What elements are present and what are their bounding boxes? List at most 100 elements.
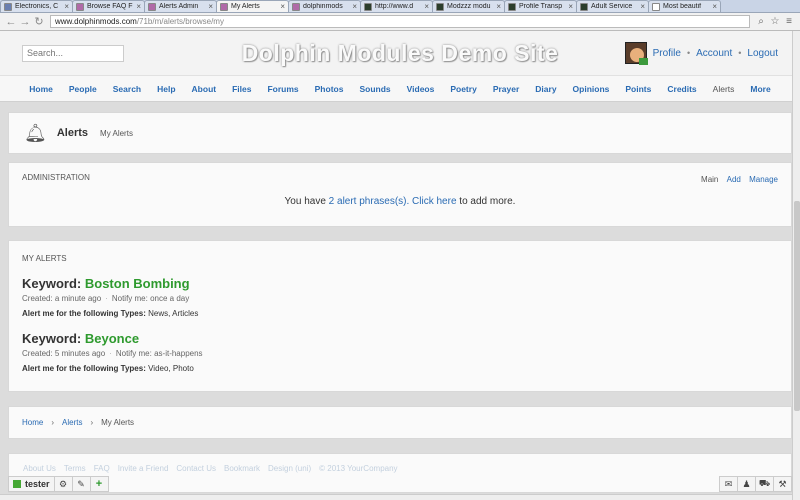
nav-item-home[interactable]: Home	[29, 84, 53, 94]
admin-manage-link[interactable]: Manage	[749, 175, 778, 184]
edit-icon[interactable]: ✎	[71, 476, 91, 492]
nav-item-files[interactable]: Files	[232, 84, 251, 94]
user-area: Profile • Account • Logout	[624, 42, 778, 65]
bottom-toolbar: tester ⚙ ✎ + ✉ ♟ ⛟ ⚒	[8, 476, 792, 492]
scrollbar-thumb[interactable]	[794, 201, 800, 411]
alert-phrases-link[interactable]: 2 alert phrases(s).	[329, 196, 410, 207]
browser-tab[interactable]: Modzzz modu ×	[432, 0, 505, 12]
administration-caption: ADMINISTRATION	[22, 173, 90, 182]
toolbar-username: tester	[25, 479, 50, 489]
browser-tab[interactable]: http://www.d ×	[360, 0, 433, 12]
browser-tab[interactable]: Most beautif ×	[648, 0, 721, 12]
breadcrumb-alerts[interactable]: Alerts	[62, 418, 82, 427]
click-here-link[interactable]: Click here	[412, 196, 456, 207]
profile-link[interactable]: Profile	[653, 48, 681, 59]
browser-tab[interactable]: Adult Service ×	[576, 0, 649, 12]
browser-tab[interactable]: dolphinmods ×	[288, 0, 361, 12]
alert-types-label: Alert me for the following Types:	[22, 364, 146, 373]
close-icon[interactable]: ×	[424, 2, 429, 11]
nav-item-sounds[interactable]: Sounds	[359, 84, 390, 94]
footer-link[interactable]: About Us	[23, 464, 56, 473]
footer-link[interactable]: FAQ	[94, 464, 110, 473]
browser-tab[interactable]: Alerts Admin ×	[144, 0, 217, 12]
browser-tab[interactable]: My Alerts ×	[216, 0, 289, 12]
nav-item-diary[interactable]: Diary	[535, 84, 556, 94]
vertical-scrollbar[interactable]	[792, 31, 800, 500]
top-navigation: Home People Search Help About Files Forums Phot…	[0, 75, 800, 102]
keyword-value[interactable]: Boston Bombing	[85, 276, 190, 291]
breadcrumb-home[interactable]: Home	[22, 418, 43, 427]
footer-link[interactable]: Contact Us	[176, 464, 216, 473]
close-icon[interactable]: ×	[496, 2, 501, 11]
keyword-value[interactable]: Beyonce	[85, 331, 139, 346]
nav-item-videos[interactable]: Videos	[407, 84, 435, 94]
site-search-input[interactable]	[22, 44, 124, 62]
bell-icon: 🔔︎	[24, 122, 47, 143]
avatar[interactable]	[624, 42, 648, 65]
footer-link[interactable]: Design (uni)	[268, 464, 311, 473]
nav-item-more[interactable]: More	[750, 84, 770, 94]
reload-icon[interactable]: ↻	[32, 15, 46, 28]
nav-item-prayer[interactable]: Prayer	[493, 84, 519, 94]
star-icon[interactable]: ☆	[768, 16, 782, 27]
magnifier-icon[interactable]: ⌕	[754, 16, 768, 27]
admin-message: You have 2 alert phrases(s). Click here …	[22, 196, 778, 207]
logout-link[interactable]: Logout	[747, 48, 778, 59]
close-icon[interactable]: ×	[568, 2, 573, 11]
keyword-line: Keyword: Boston Bombing	[22, 276, 778, 291]
alert-meta: Created: a minute ago · Notify me: once a …	[22, 294, 778, 303]
footer-link[interactable]: Bookmark	[224, 464, 260, 473]
nav-item-photos[interactable]: Photos	[315, 84, 344, 94]
nav-item-people[interactable]: People	[69, 84, 97, 94]
keyword-label: Keyword:	[22, 331, 82, 346]
toolbar-right: ✉ ♟ ⛟ ⚒	[719, 476, 792, 492]
browser-tab[interactable]: Browse FAQ F ×	[72, 0, 145, 12]
forward-icon[interactable]: →	[18, 16, 32, 28]
horizontal-scrollbar[interactable]	[0, 494, 792, 500]
admin-main-link[interactable]: Main	[701, 175, 718, 184]
admin-add-link[interactable]: Add	[727, 175, 741, 184]
close-icon[interactable]: ×	[712, 2, 717, 11]
nav-item-poetry[interactable]: Poetry	[450, 84, 476, 94]
close-icon[interactable]: ×	[640, 2, 645, 11]
alert-list: Keyword: Boston Bombing Created: a minute…	[22, 276, 778, 373]
browser-tab[interactable]: Profile Transp ×	[504, 0, 577, 12]
menu-icon[interactable]: ≡	[782, 16, 796, 27]
browser-tab[interactable]: Electronics, C ×	[0, 0, 73, 12]
wrench-icon[interactable]: ⚒	[773, 476, 792, 492]
toolbar-user[interactable]: tester	[8, 476, 55, 492]
footer-link[interactable]: Terms	[64, 464, 86, 473]
page-title: Alerts	[56, 127, 89, 139]
user-icon[interactable]: ♟	[737, 476, 756, 492]
url-field[interactable]: www.dolphinmods.com/71b/m/alerts/browse/…	[50, 15, 750, 28]
back-icon[interactable]: ←	[4, 16, 18, 28]
admin-links: Main Add Manage	[695, 175, 778, 184]
nav-item-forums[interactable]: Forums	[267, 84, 298, 94]
mail-icon[interactable]: ✉	[719, 476, 738, 492]
nav-item-about[interactable]: About	[192, 84, 217, 94]
close-icon[interactable]: ×	[280, 2, 285, 11]
nav-item-alerts[interactable]: Alerts	[713, 84, 735, 94]
nav-item-search[interactable]: Search	[113, 84, 141, 94]
close-icon[interactable]: ×	[136, 2, 141, 11]
close-icon[interactable]: ×	[352, 2, 357, 11]
cart-icon[interactable]: ⛟	[755, 476, 774, 492]
footer-link[interactable]: © 2013 YourCompany	[319, 464, 397, 473]
nav-item-points[interactable]: Points	[625, 84, 651, 94]
close-icon[interactable]: ×	[208, 2, 213, 11]
nav-item-credits[interactable]: Credits	[667, 84, 696, 94]
plus-icon[interactable]: +	[89, 476, 109, 492]
nav-item-help[interactable]: Help	[157, 84, 175, 94]
favicon-icon	[220, 2, 228, 11]
tab-title: My Alerts	[231, 3, 260, 10]
nav-item-opinions[interactable]: Opinions	[573, 84, 610, 94]
gear-icon[interactable]: ⚙	[53, 476, 73, 492]
account-link[interactable]: Account	[696, 48, 732, 59]
online-status-icon	[13, 480, 21, 488]
favicon-icon	[4, 2, 12, 11]
favicon-icon	[508, 2, 516, 11]
tab-title: Profile Transp	[519, 3, 563, 10]
page-subtitle: My Alerts	[100, 128, 133, 138]
footer-link[interactable]: Invite a Friend	[118, 464, 169, 473]
close-icon[interactable]: ×	[64, 2, 69, 11]
